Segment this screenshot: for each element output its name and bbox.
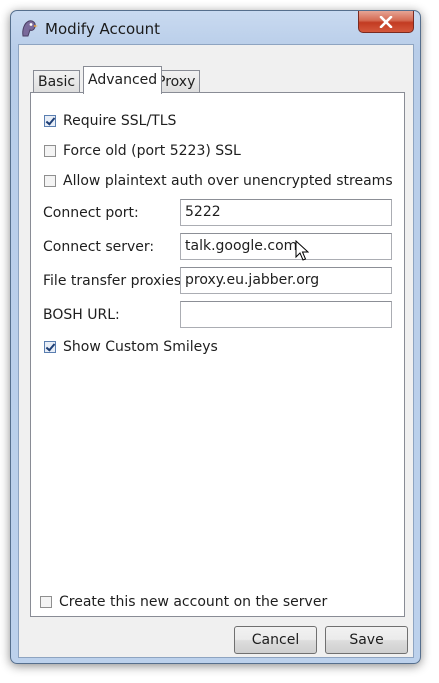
dialog-client-area: Basic Advanced Proxy Require SSL/TLS For…: [18, 44, 414, 658]
checkbox-checked-icon: [44, 341, 56, 353]
tab-advanced[interactable]: Advanced: [83, 66, 163, 94]
allow-plaintext-checkbox[interactable]: Allow plaintext auth over unencrypted st…: [44, 173, 393, 189]
checkbox-checked-icon: [44, 115, 56, 127]
checkbox-unchecked-icon: [40, 596, 52, 608]
connect-server-input[interactable]: talk.google.com: [180, 233, 392, 260]
file-transfer-proxies-label: File transfer proxies:: [43, 273, 186, 289]
connect-server-label: Connect server:: [43, 239, 155, 255]
show-custom-smileys-checkbox[interactable]: Show Custom Smileys: [44, 339, 218, 355]
close-button[interactable]: [358, 11, 414, 33]
checkbox-unchecked-icon: [44, 175, 56, 187]
file-transfer-proxies-input[interactable]: proxy.eu.jabber.org: [180, 267, 392, 294]
bosh-url-input[interactable]: [180, 301, 392, 328]
checkbox-unchecked-icon: [44, 145, 56, 157]
close-icon: [379, 15, 393, 28]
save-button[interactable]: Save: [325, 626, 408, 654]
mouse-pointer-icon: [295, 240, 309, 261]
force-old-ssl-checkbox[interactable]: Force old (port 5223) SSL: [44, 143, 241, 159]
tab-basic[interactable]: Basic: [33, 70, 81, 94]
window-title: Modify Account: [45, 20, 161, 38]
cancel-button[interactable]: Cancel: [234, 626, 317, 654]
bosh-url-label: BOSH URL:: [43, 307, 120, 323]
pidgin-icon: [22, 20, 38, 37]
connect-port-input[interactable]: 5222: [180, 199, 392, 226]
require-ssl-checkbox[interactable]: Require SSL/TLS: [44, 113, 176, 129]
connect-port-label: Connect port:: [43, 205, 139, 221]
modify-account-window: Modify Account Basic Advanced Proxy Requ…: [10, 10, 421, 664]
create-account-checkbox[interactable]: Create this new account on the server: [40, 594, 327, 610]
advanced-tab-panel: Require SSL/TLS Force old (port 5223) SS…: [30, 92, 405, 617]
